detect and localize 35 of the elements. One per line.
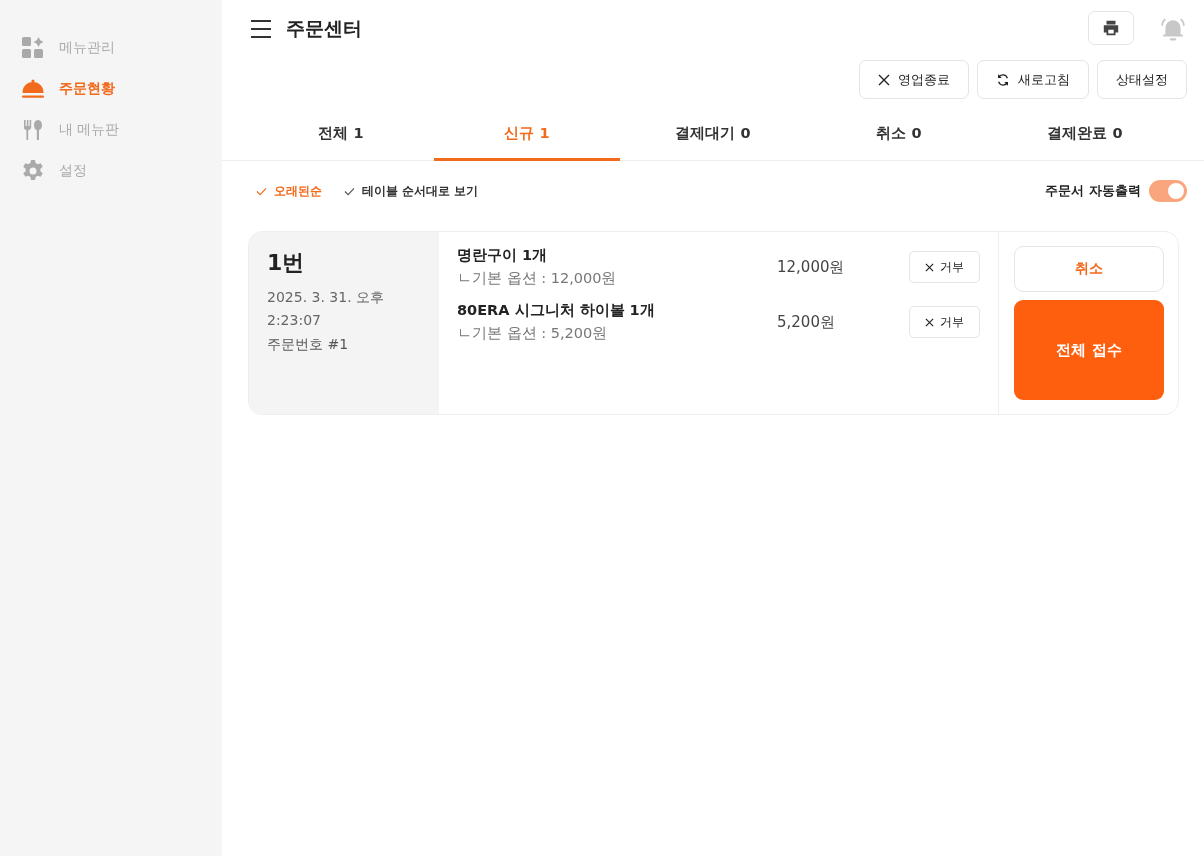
action-button[interactable]: 새로고침 (977, 60, 1089, 99)
item-option: ㄴ기본 옵션 : 12,000원 (457, 269, 777, 288)
close-icon (925, 262, 934, 272)
item-name: 명란구이 1개 (457, 246, 549, 265)
tab[interactable]: 취소 0 (806, 109, 992, 161)
close-icon (925, 317, 934, 327)
check-icon (344, 186, 355, 196)
close-icon (878, 73, 890, 86)
cutlery-icon (21, 118, 45, 142)
tab[interactable]: 결제대기 0 (620, 109, 806, 161)
check-icon (256, 186, 267, 196)
tab[interactable]: 전체 1 (248, 109, 434, 161)
auto-print-label: 주문서 자동출력 (1045, 182, 1141, 200)
print-button[interactable] (1088, 11, 1134, 45)
cloche-icon (21, 77, 45, 101)
action-button[interactable]: 상태설정 (1097, 60, 1187, 99)
page-title: 주문센터 (286, 16, 362, 41)
print-icon (1102, 19, 1120, 37)
item-name: 80ERA 시그니처 하이볼 1개 (457, 301, 656, 320)
reject-button[interactable]: 거부 (909, 251, 980, 283)
order-number: 주문번호 #1 (267, 335, 350, 354)
item-option: ㄴ기본 옵션 : 5,200원 (457, 324, 777, 343)
settings-icon (21, 159, 45, 183)
sort-option[interactable]: 테이블 순서대로 보기 (344, 182, 479, 200)
action-button[interactable]: 영업종료 (859, 60, 969, 99)
auto-print-switch[interactable] (1149, 180, 1187, 202)
tab[interactable]: 결제완료 0 (992, 109, 1178, 161)
item-price: 12,000원 (777, 257, 846, 277)
refresh-icon (996, 72, 1010, 87)
reject-button[interactable]: 거부 (909, 306, 980, 338)
table-number: 1번 (267, 249, 306, 277)
menu-icon[interactable] (250, 19, 272, 39)
grid-icon (21, 36, 45, 60)
item-price: 5,200원 (777, 312, 836, 332)
order-time: 2025. 3. 31. 오후 2:23:07 (267, 288, 386, 330)
